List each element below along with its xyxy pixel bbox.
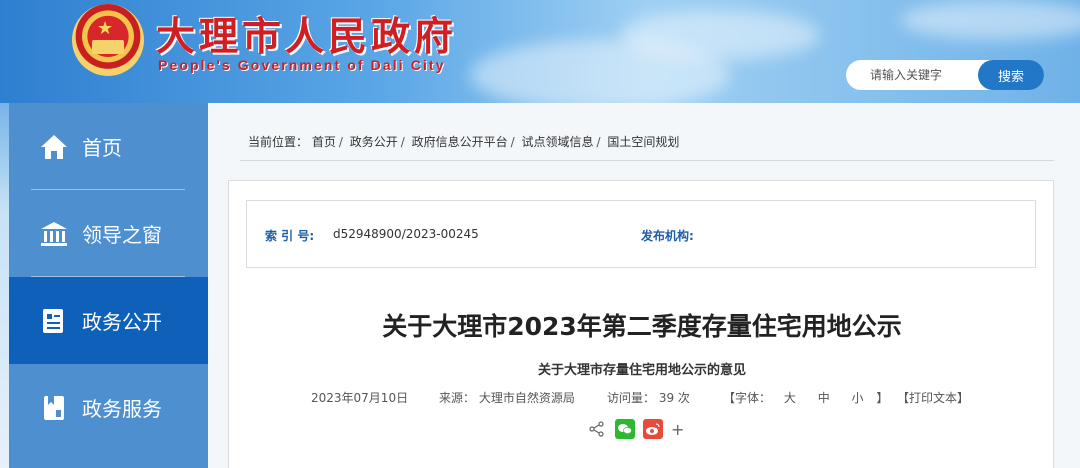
search-input[interactable]	[846, 60, 980, 90]
sidebar-item-label: 首页	[82, 136, 122, 160]
breadcrumb-item[interactable]: 政府信息公开平台	[412, 135, 508, 149]
sidebar-item-label: 政务服务	[82, 397, 162, 421]
font-close: 】	[876, 391, 889, 405]
header-cloud	[900, 0, 1080, 40]
sidebar-item-gov-services[interactable]: 政务服务	[9, 364, 208, 451]
views-info: 访问量： 39 次	[607, 389, 690, 406]
site-header: ★ 大理市人民政府 People's Government of Dali Ci…	[0, 0, 1080, 110]
main-content: 当前位置： 首页 / 政务公开 / 政府信息公开平台 / 试点领域信息 / 国土空间规划…	[208, 103, 1080, 468]
breadcrumb-item[interactable]: 首页	[312, 135, 336, 149]
breadcrumb-item[interactable]: 政务公开	[350, 135, 398, 149]
weibo-share-icon[interactable]	[643, 419, 663, 439]
views-value: 39 次	[658, 391, 690, 405]
font-medium-button[interactable]: 中	[818, 391, 830, 405]
views-label: 访问量：	[607, 391, 656, 405]
font-small-button[interactable]: 小	[852, 391, 864, 405]
service-icon	[39, 393, 69, 423]
header-cloud	[620, 10, 820, 60]
breadcrumb-item[interactable]: 国土空间规划	[607, 135, 679, 149]
source-label: 来源：	[439, 391, 476, 405]
index-label: 索 引 号:	[265, 229, 315, 243]
font-size-controls: 【字体： 大 中 小 】	[723, 389, 888, 406]
breadcrumb-prefix: 当前位置：	[248, 135, 309, 149]
sidebar-item-leaders[interactable]: 领导之窗	[9, 190, 208, 277]
sidebar-item-label: 政务公开	[82, 310, 162, 334]
sidebar-nav: 首页 领导之窗 政务公开 政务服务	[9, 103, 208, 468]
source-info: 来源： 大理市自然资源局	[439, 389, 575, 406]
building-icon	[39, 219, 69, 249]
source-value: 大理市自然资源局	[478, 391, 575, 405]
site-title[interactable]: 大理市人民政府	[156, 6, 457, 62]
sidebar-item-label: 领导之窗	[82, 223, 162, 247]
wechat-share-icon[interactable]	[615, 419, 635, 439]
sidebar-item-gov-affairs[interactable]: 政务公开	[9, 277, 208, 364]
site-subtitle: People's Government of Dali City	[158, 57, 446, 73]
breadcrumb-item[interactable]: 试点领域信息	[522, 135, 594, 149]
print-button[interactable]: 【打印文本】	[897, 389, 969, 406]
national-emblem-icon: ★	[72, 4, 144, 76]
share-bar: +	[587, 419, 684, 439]
document-icon	[39, 306, 69, 336]
article-subtitle: 关于大理市存量住宅用地公示的意见	[537, 363, 746, 378]
home-icon	[39, 132, 69, 162]
more-share-icon[interactable]: +	[671, 420, 684, 439]
metadata-box: 索 引 号: d52948900/2023-00245 发布机构:	[246, 200, 1036, 268]
search-button[interactable]: 搜索	[978, 60, 1044, 90]
font-large-button[interactable]: 大	[784, 391, 796, 405]
sidebar-item-home[interactable]: 首页	[9, 103, 208, 190]
article-panel: 索 引 号: d52948900/2023-00245 发布机构: 关于大理市2…	[228, 180, 1054, 468]
font-open: 【字体：	[723, 391, 772, 405]
publish-date: 2023年07月10日	[311, 391, 409, 405]
share-icon[interactable]	[587, 419, 607, 439]
article-title: 关于大理市2023年第二季度存量住宅用地公示	[382, 312, 902, 341]
breadcrumb-divider	[240, 160, 1054, 161]
breadcrumb: 当前位置： 首页 / 政务公开 / 政府信息公开平台 / 试点领域信息 / 国土空间规划	[248, 135, 680, 149]
publisher-label: 发布机构:	[641, 229, 694, 243]
index-value: d52948900/2023-00245	[333, 227, 479, 241]
search-box: 搜索	[846, 60, 1044, 90]
